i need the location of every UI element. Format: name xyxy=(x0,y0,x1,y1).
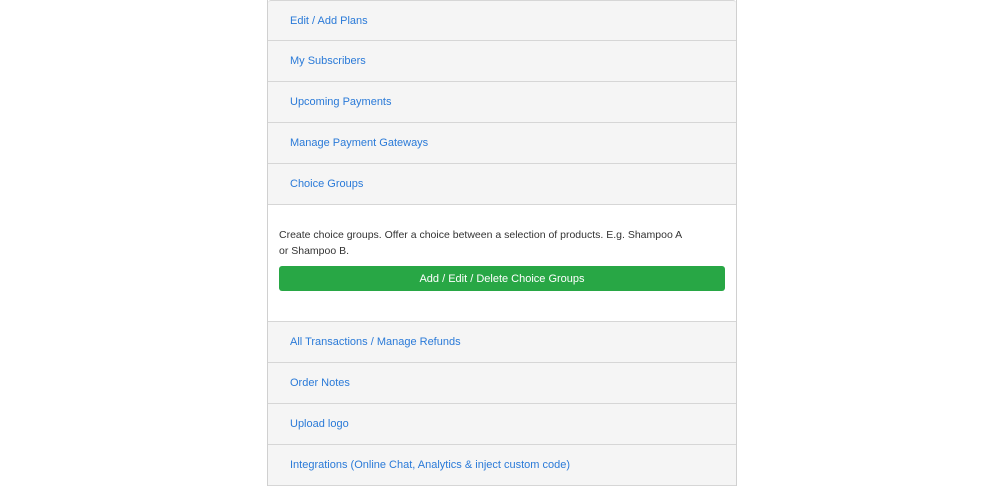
choice-groups-link[interactable]: Choice Groups xyxy=(290,178,363,190)
integrations-link[interactable]: Integrations (Online Chat, Analytics & i… xyxy=(290,459,570,471)
accordion-item-choice-groups[interactable]: Choice Groups xyxy=(268,164,736,205)
add-edit-delete-choice-groups-button[interactable]: Add / Edit / Delete Choice Groups xyxy=(279,266,725,291)
choice-groups-panel: Create choice groups. Offer a choice bet… xyxy=(268,205,736,322)
accordion-item-upload-logo[interactable]: Upload logo xyxy=(268,404,736,445)
accordion-item-upcoming-payments[interactable]: Upcoming Payments xyxy=(268,82,736,123)
edit-add-plans-link[interactable]: Edit / Add Plans xyxy=(290,15,368,27)
accordion-item-manage-payment-gateways[interactable]: Manage Payment Gateways xyxy=(268,123,736,164)
my-subscribers-link[interactable]: My Subscribers xyxy=(290,55,366,67)
accordion-item-edit-add-plans[interactable]: Edit / Add Plans xyxy=(268,0,736,41)
accordion-item-all-transactions[interactable]: All Transactions / Manage Refunds xyxy=(268,322,736,363)
settings-accordion: Edit / Add Plans My Subscribers Upcoming… xyxy=(267,0,737,486)
accordion-item-integrations[interactable]: Integrations (Online Chat, Analytics & i… xyxy=(268,445,736,486)
order-notes-link[interactable]: Order Notes xyxy=(290,377,350,389)
manage-payment-gateways-link[interactable]: Manage Payment Gateways xyxy=(290,137,428,149)
choice-groups-description: Create choice groups. Offer a choice bet… xyxy=(279,229,682,257)
all-transactions-link[interactable]: All Transactions / Manage Refunds xyxy=(290,336,461,348)
upload-logo-link[interactable]: Upload logo xyxy=(290,418,349,430)
accordion-item-my-subscribers[interactable]: My Subscribers xyxy=(268,41,736,82)
accordion-item-order-notes[interactable]: Order Notes xyxy=(268,363,736,404)
upcoming-payments-link[interactable]: Upcoming Payments xyxy=(290,96,392,108)
